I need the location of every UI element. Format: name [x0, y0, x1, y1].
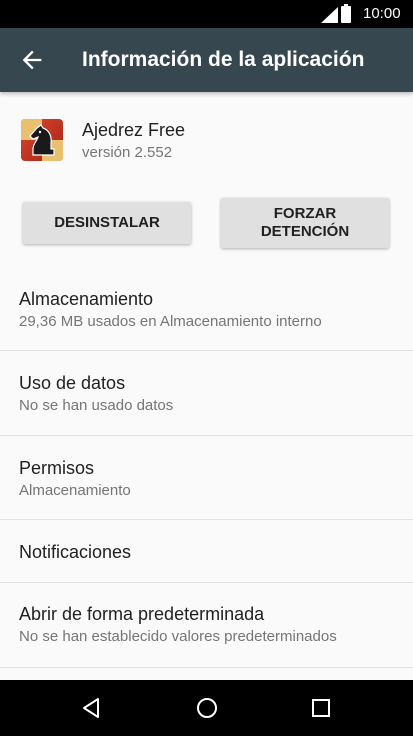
storage-title: Almacenamiento: [19, 289, 154, 309]
notifications-item[interactable]: Notificaciones: [0, 520, 413, 582]
app-info-screen: 10:00 Información de la aplicación Ajedr…: [0, 0, 413, 736]
nav-home-icon[interactable]: [193, 694, 221, 722]
data-usage-item[interactable]: Uso de datos No se han usado datos: [0, 351, 413, 435]
notifications-title: Notificaciones: [19, 542, 132, 562]
storage-item[interactable]: Almacenamiento 29,36 MB usados en Almace…: [0, 280, 413, 350]
nav-back-icon[interactable]: [78, 694, 106, 722]
chess-knight-icon: [21, 119, 63, 161]
status-time: 10:00: [363, 5, 401, 22]
status-bar: 10:00: [0, 0, 413, 28]
permissions-title: Permisos: [19, 458, 95, 478]
open-by-default-subtitle: No se han establecido valores predetermi…: [19, 628, 337, 645]
force-stop-button[interactable]: FORZAR DETENCIÓN: [221, 198, 389, 248]
app-bar: Información de la aplicación: [0, 28, 413, 92]
permissions-subtitle: Almacenamiento: [19, 482, 131, 499]
arrow-back-icon[interactable]: [18, 46, 46, 74]
open-by-default-item[interactable]: Abrir de forma predeterminada No se han …: [0, 583, 413, 667]
storage-subtitle: 29,36 MB usados en Almacenamiento intern…: [19, 313, 322, 330]
app-version: versión 2.552: [82, 144, 173, 161]
app-name: Ajedrez Free: [82, 120, 186, 140]
data-usage-subtitle: No se han usado datos: [19, 397, 174, 414]
uninstall-button[interactable]: DESINSTALAR: [23, 202, 191, 244]
open-by-default-title: Abrir de forma predeterminada: [19, 604, 265, 624]
nav-recents-icon[interactable]: [307, 694, 335, 722]
signal-icon: [321, 7, 338, 23]
divider: [0, 667, 413, 668]
data-usage-title: Uso de datos: [19, 373, 126, 393]
permissions-item[interactable]: Permisos Almacenamiento: [0, 436, 413, 519]
navigation-bar: [0, 680, 413, 736]
battery-icon: [341, 4, 351, 23]
page-title: Información de la aplicación: [82, 48, 365, 71]
